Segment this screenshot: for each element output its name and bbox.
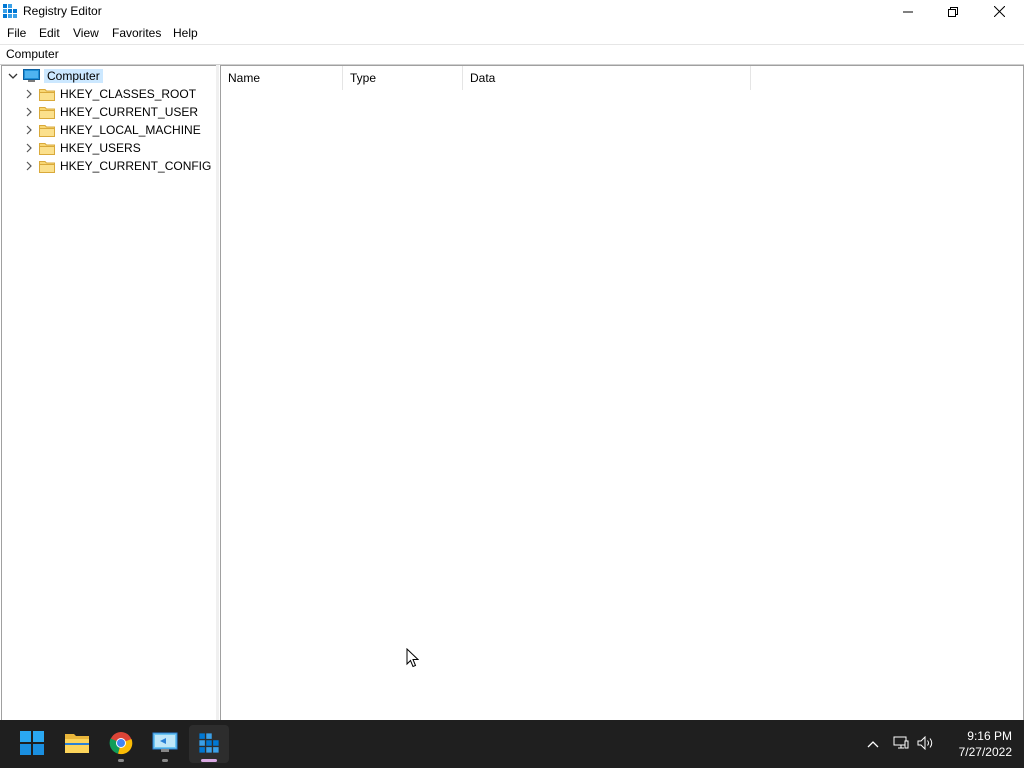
chevron-right-icon[interactable] — [24, 89, 34, 99]
menu-bar: File Edit View Favorites Help — [0, 23, 1024, 43]
tree-item-label[interactable]: HKEY_CLASSES_ROOT — [60, 87, 196, 101]
tree-item-hkey-local-machine[interactable]: HKEY_LOCAL_MACHINE — [24, 121, 201, 139]
tree-root-label[interactable]: Computer — [44, 69, 103, 83]
tree-item-computer[interactable]: Computer — [8, 67, 103, 85]
minimize-button[interactable] — [885, 0, 931, 23]
tree-item-label[interactable]: HKEY_LOCAL_MACHINE — [60, 123, 201, 137]
speaker-icon — [917, 735, 935, 753]
show-hidden-icons-button[interactable] — [864, 720, 882, 768]
taskbar-file-explorer[interactable] — [57, 725, 97, 763]
column-data-label: Data — [470, 71, 496, 85]
running-indicator — [118, 759, 124, 762]
close-button[interactable] — [976, 0, 1022, 23]
menu-file[interactable]: File — [7, 26, 26, 40]
column-header-name[interactable]: Name — [221, 66, 343, 90]
tree-item-hkey-classes-root[interactable]: HKEY_CLASSES_ROOT — [24, 85, 196, 103]
column-type-label: Type — [350, 71, 377, 85]
folder-icon — [39, 160, 55, 173]
taskbar-remote-desktop[interactable] — [145, 725, 185, 763]
remote-desktop-icon — [152, 732, 178, 757]
taskbar-chrome[interactable] — [101, 725, 141, 763]
clock-date: 7/27/2022 — [958, 745, 1012, 759]
tree-item-label[interactable]: HKEY_USERS — [60, 141, 141, 155]
folder-icon — [39, 142, 55, 155]
tree-item-hkey-users[interactable]: HKEY_USERS — [24, 139, 141, 157]
network-button[interactable] — [892, 720, 910, 768]
pane-splitter[interactable] — [216, 65, 219, 720]
title-bar: Registry Editor — [0, 0, 1024, 23]
address-path[interactable]: Computer — [6, 47, 59, 61]
computer-icon — [23, 69, 40, 83]
regedit-icon — [2, 3, 18, 19]
menu-edit[interactable]: Edit — [39, 26, 60, 40]
system-clock[interactable]: 9:16 PM 7/27/2022 — [942, 728, 1012, 760]
network-icon — [893, 736, 909, 753]
menu-view[interactable]: View — [73, 26, 99, 40]
tree-pane[interactable]: Computer HKEY_CLASSES_ROOT HKEY_CURRENT_… — [1, 65, 217, 721]
clock-time: 9:16 PM — [967, 729, 1012, 743]
tree-item-label[interactable]: HKEY_CURRENT_CONFIG — [60, 159, 211, 173]
window-title: Registry Editor — [23, 4, 102, 18]
regedit-icon — [198, 732, 220, 757]
taskbar-registry-editor[interactable] — [189, 725, 229, 763]
address-bar[interactable]: Computer — [0, 44, 1024, 65]
start-button[interactable] — [12, 725, 52, 763]
values-list-pane[interactable]: Name Type Data — [220, 65, 1024, 721]
taskbar: 9:16 PM 7/27/2022 — [0, 720, 1024, 768]
folder-icon — [39, 124, 55, 137]
chrome-icon — [109, 731, 133, 758]
column-header-data[interactable]: Data — [463, 66, 751, 90]
folder-icon — [39, 88, 55, 101]
menu-help[interactable]: Help — [173, 26, 198, 40]
tree-item-label[interactable]: HKEY_CURRENT_USER — [60, 105, 198, 119]
file-explorer-icon — [64, 732, 90, 757]
column-header-type[interactable]: Type — [343, 66, 463, 90]
chevron-right-icon[interactable] — [24, 161, 34, 171]
tree-item-hkey-current-user[interactable]: HKEY_CURRENT_USER — [24, 103, 198, 121]
running-indicator — [162, 759, 168, 762]
chevron-right-icon[interactable] — [24, 143, 34, 153]
start-icon — [20, 730, 44, 758]
volume-button[interactable] — [916, 720, 936, 768]
mouse-pointer-icon — [406, 647, 420, 671]
restore-button[interactable] — [930, 0, 976, 23]
chevron-down-icon[interactable] — [8, 71, 18, 81]
chevron-right-icon[interactable] — [24, 125, 34, 135]
menu-favorites[interactable]: Favorites — [112, 26, 161, 40]
chevron-up-icon — [867, 737, 879, 751]
column-name-label: Name — [228, 71, 261, 85]
chevron-right-icon[interactable] — [24, 107, 34, 117]
tree-item-hkey-current-config[interactable]: HKEY_CURRENT_CONFIG — [24, 157, 211, 175]
folder-icon — [39, 106, 55, 119]
active-indicator — [201, 759, 217, 762]
